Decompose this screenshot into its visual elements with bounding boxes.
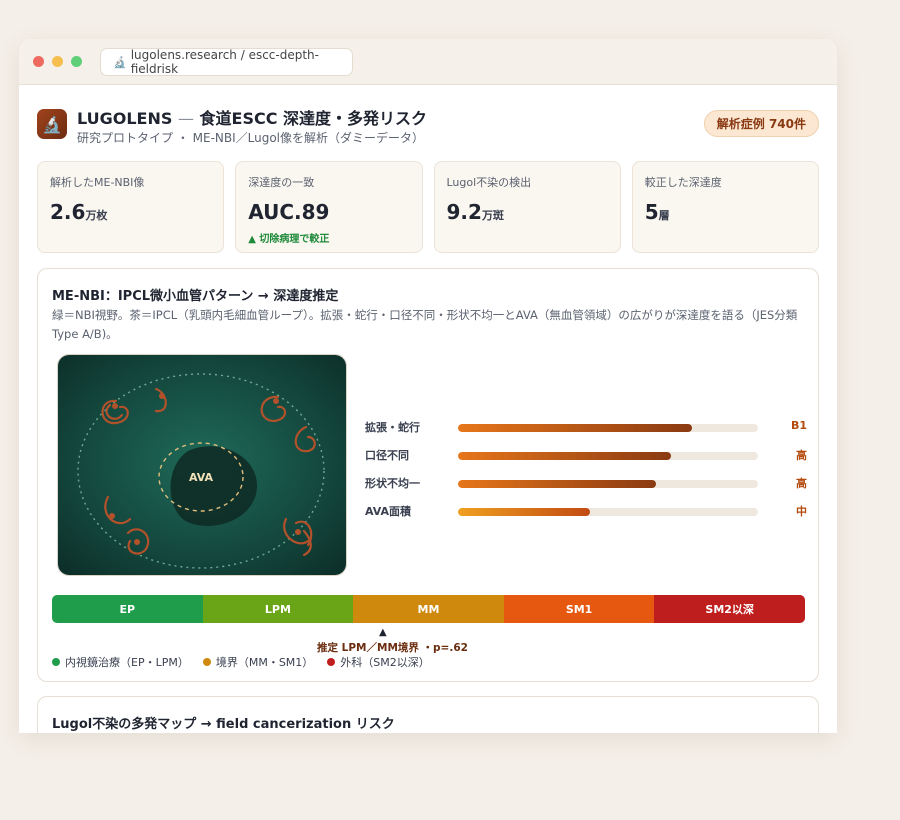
legend-label: 内視鏡治療（EP・LPM） [65, 656, 189, 669]
case-count-badge: 解析症例 740件 [703, 110, 819, 137]
legend-label: 境界（MM・SM1） [215, 656, 314, 669]
title-bar: 🔬 lugolens.research / escc-depth-fieldri… [19, 39, 837, 85]
nbi-endoscope-view: AVA [57, 354, 347, 576]
feature-bar-value: 高 [796, 449, 807, 462]
page-header: 🔬 LUGOLENS — 食道ESCC 深達度・多発リスク 研究プロトタイプ ・… [37, 105, 819, 145]
stat-label: Lugol不染の検出 [446, 176, 532, 189]
microscope-icon: 🔬 [113, 55, 127, 69]
stats-row: 解析したME-NBI像 2.6万枚 深達度の一致 AUC.89 ▲ 切除病理で較… [37, 161, 819, 253]
feature-bar-value: 高 [796, 477, 807, 490]
ava-label: AVA [189, 471, 214, 484]
brand-name: LUGOLENS [77, 109, 173, 128]
stat-label: 深達度の一致 [248, 176, 315, 189]
feature-bar-fill [458, 508, 590, 516]
feature-bar-track [458, 480, 758, 488]
feature-bar-label: 口径不同 [365, 449, 409, 462]
stat-card-depth-agreement: 深達度の一致 AUC.89 ▲ 切除病理で較正 [235, 161, 423, 253]
ipcl-feature-bars: 拡張・蛇行 B1 口径不同高形状不均一高 AVA面積中 [365, 414, 807, 526]
stat-label: 解析したME-NBI像 [50, 176, 145, 189]
stat-note: ▲ 切除病理で較正 [248, 234, 330, 245]
stat-number: 9.2 [446, 200, 482, 224]
address-bar[interactable]: 🔬 lugolens.research / escc-depth-fieldri… [100, 48, 353, 76]
legend-item: 外科（SM2以深） [327, 654, 430, 670]
close-window-button[interactable] [33, 56, 44, 67]
stat-number: 5 [644, 200, 659, 224]
depth-segment: MM [353, 595, 504, 623]
feature-bar-label: 拡張・蛇行 [365, 421, 420, 434]
stat-label: 較正した深達度 [644, 176, 722, 189]
legend-swatch [202, 658, 211, 666]
page-title: LUGOLENS — 食道ESCC 深達度・多発リスク [77, 105, 427, 129]
feature-bar-fill [458, 424, 692, 432]
feature-bar-track [458, 424, 758, 432]
title-dash: — [177, 109, 194, 128]
feature-bar-row: AVA面積 中 [365, 498, 807, 526]
legend-item: 内視鏡治療（EP・LPM） [52, 654, 189, 670]
depth-segment: LPM [202, 595, 354, 623]
feature-bar-fill [458, 452, 671, 460]
legend-label: 外科（SM2以深） [340, 656, 430, 669]
lugol-map-card: Lugol不染の多発マップ → field cancerization リスク [37, 696, 819, 733]
microscope-logo-icon: 🔬 [37, 109, 67, 139]
depth-segment: SM1 [503, 595, 655, 623]
legend-item: 境界（MM・SM1） [202, 654, 314, 670]
depth-segment: EP [52, 595, 203, 623]
browser-window: 🔬 lugolens.research / escc-depth-fieldri… [19, 39, 837, 733]
feature-bar-value: 中 [796, 505, 807, 518]
feature-bar-track [458, 508, 758, 516]
depth-scale: EP LPM MM SM1 SM2以深 [52, 595, 805, 623]
feature-bar-row: 口径不同 高 [365, 442, 807, 470]
card-title: Lugol不染の多発マップ → field cancerization リスク [52, 717, 395, 732]
feature-bar-row: 形状不均一 高 [365, 470, 807, 498]
url-text: lugolens.research / escc-depth-fieldrisk [130, 48, 319, 76]
stat-value: 5層 [645, 200, 806, 224]
maximize-window-button[interactable] [71, 56, 82, 67]
stat-number: AUC.89 [248, 200, 330, 224]
legend-swatch [327, 658, 336, 666]
stat-card-images: 解析したME-NBI像 2.6万枚 [37, 161, 225, 253]
feature-bar-label: AVA面積 [365, 505, 412, 518]
feature-bar-value: B1 [790, 419, 807, 432]
page-subtitle: 研究プロトタイプ ・ ME-NBI／Lugol像を解析（ダミーデータ） [77, 131, 425, 145]
card-description: 緑＝NBI視野。茶＝IPCL（乳頭内毛細血管ループ）。拡張・蛇行・口径不同・形状… [52, 308, 798, 341]
feature-bar-fill [458, 480, 656, 488]
card-title: ME-NBI：IPCL微小血管パターン → 深達度推定 [52, 289, 339, 304]
feature-bar-label: 形状不均一 [365, 477, 420, 490]
treatment-legend: 内視鏡治療（EP・LPM） 境界（MM・SM1） 外科（SM2以深） [52, 654, 430, 670]
feature-bar-row: 拡張・蛇行 B1 [365, 414, 807, 442]
stat-card-layers: 較正した深達度 5層 [631, 161, 819, 253]
stat-unit: 層 [658, 209, 670, 222]
stat-card-lugol: Lugol不染の検出 9.2万斑 [433, 161, 621, 253]
title-main: 食道ESCC 深達度・多発リスク [199, 109, 428, 128]
stat-value: AUC.89 [248, 200, 409, 224]
depth-marker-triangle: ▲ [379, 627, 387, 638]
depth-segment: SM2以深 [654, 595, 805, 623]
legend-swatch [52, 658, 60, 666]
minimize-window-button[interactable] [52, 56, 63, 67]
depth-estimate-label: 推定 LPM／MM境界 ・p=.62 [317, 642, 468, 654]
stat-unit: 万枚 [85, 209, 108, 222]
stat-value: 2.6万枚 [50, 200, 211, 224]
nbi-analysis-card: ME-NBI：IPCL微小血管パターン → 深達度推定 緑＝NBI視野。茶＝IP… [37, 268, 819, 682]
stat-value: 9.2万斑 [447, 200, 608, 224]
feature-bar-track [458, 452, 758, 460]
stat-unit: 万斑 [481, 209, 504, 222]
stat-number: 2.6 [50, 200, 86, 224]
page-content: 🔬 LUGOLENS — 食道ESCC 深達度・多発リスク 研究プロトタイプ ・… [19, 85, 837, 733]
